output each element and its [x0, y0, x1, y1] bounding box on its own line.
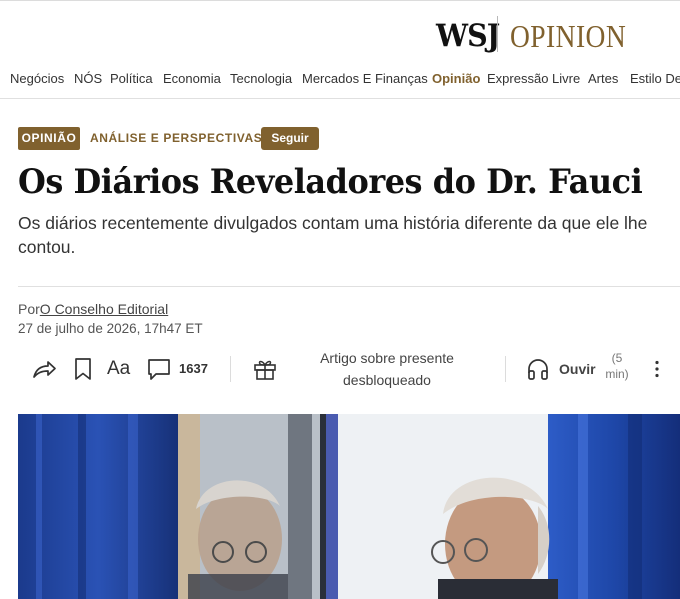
masthead: WSJ OPINION [0, 14, 680, 54]
nav-item-artes[interactable]: Artes [588, 70, 618, 88]
opinion-section-logo[interactable]: OPINION [510, 20, 626, 52]
text-size-icon[interactable]: Aa [107, 357, 130, 381]
gift-status-line1: Artigo sobre presente [320, 350, 454, 366]
gift-article-status[interactable]: Artigo sobre presente desbloqueado [292, 347, 482, 391]
headphones-icon[interactable] [525, 356, 551, 382]
article-headline: Os Diários Reveladores do Dr. Fauci [18, 162, 643, 202]
nav-item-politica[interactable]: Política [110, 70, 153, 88]
listen-duration-line2: min) [605, 367, 629, 381]
listen-duration: (5 min) [602, 350, 632, 382]
masthead-divider [497, 16, 498, 52]
more-vertical-icon[interactable] [644, 356, 670, 382]
gift-status-line2: desbloqueado [343, 372, 431, 388]
nav-item-nos[interactable]: NÓS [74, 70, 102, 88]
nav-item-estilo-de[interactable]: Estilo De [630, 70, 680, 88]
toolbar-divider [230, 356, 231, 382]
share-icon[interactable] [31, 356, 57, 382]
opinion-tag[interactable]: OPINIÃO [18, 127, 80, 150]
comment-icon[interactable] [146, 356, 172, 382]
wsj-logo[interactable]: WSJ [436, 18, 500, 54]
section-tag[interactable]: ANÁLISE E PERSPECTIVAS [90, 127, 262, 150]
nav-divider [0, 98, 680, 99]
nav-item-negocios[interactable]: Negócios [10, 70, 64, 88]
nav-item-tecnologia[interactable]: Tecnologia [230, 70, 292, 88]
nav-item-economia[interactable]: Economia [163, 70, 221, 88]
article-toolbar: Aa 1637 Artigo sobre presente desbloquea… [18, 344, 680, 392]
bookmark-icon[interactable] [70, 356, 96, 382]
section-nav: Negócios NÓS Política Economia Tecnologi… [0, 70, 680, 90]
top-border [0, 0, 680, 1]
author-link[interactable]: O Conselho Editorial [40, 301, 168, 317]
nav-item-opiniao[interactable]: Opinião [432, 70, 480, 88]
byline-prefix: Por [18, 301, 40, 317]
listen-button[interactable]: Ouvir [559, 360, 596, 378]
nav-item-mercados-e-financas[interactable]: Mercados E Finanças [302, 70, 428, 88]
gift-icon[interactable] [252, 356, 278, 382]
nav-item-expressao-livre[interactable]: Expressão Livre [487, 70, 580, 88]
comment-count[interactable]: 1637 [179, 360, 208, 378]
byline-divider [18, 286, 680, 287]
follow-button[interactable]: Seguir [261, 127, 319, 150]
byline: PorO Conselho Editorial [18, 300, 168, 318]
publish-timestamp: 27 de julho de 2026, 17h47 ET [18, 321, 203, 336]
article-dek: Os diários recentemente divulgados conta… [18, 213, 648, 257]
toolbar-divider [505, 356, 506, 382]
hero-image [18, 414, 680, 599]
listen-duration-line1: (5 [611, 351, 623, 365]
